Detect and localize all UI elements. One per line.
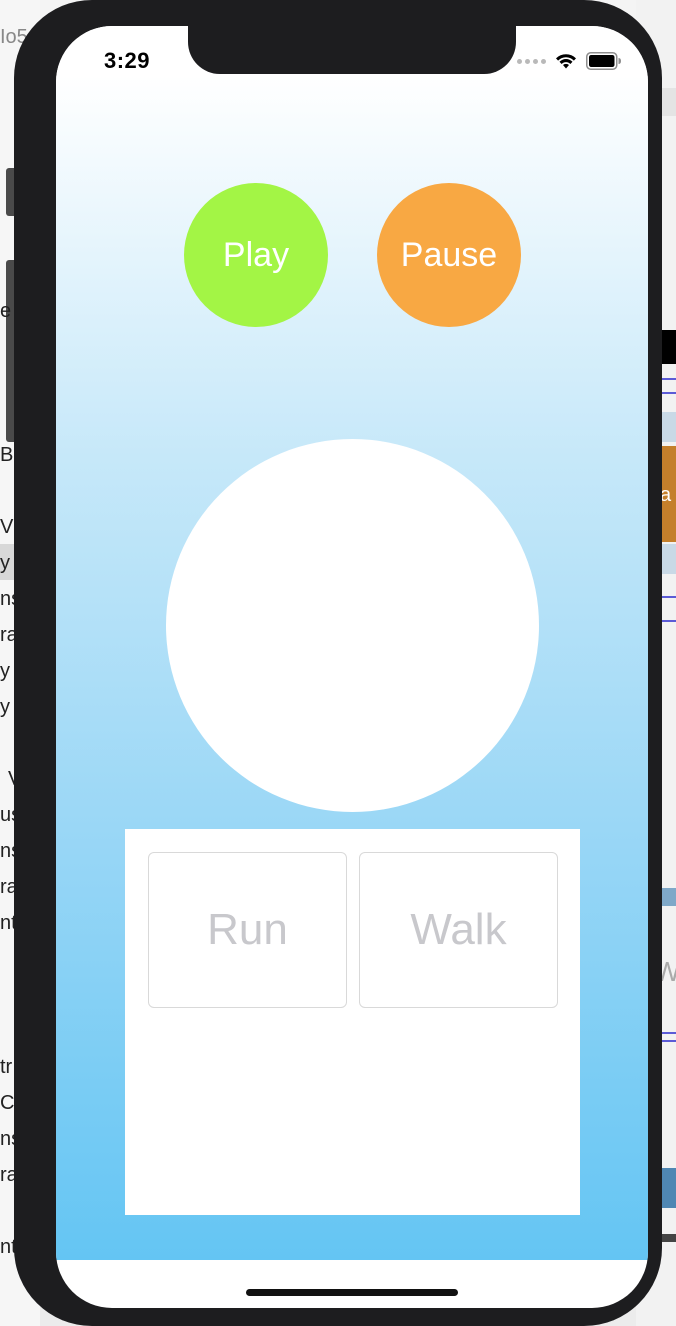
battery-icon: [586, 52, 621, 70]
home-indicator[interactable]: [246, 1289, 458, 1296]
play-button[interactable]: Play: [184, 183, 328, 327]
run-button[interactable]: Run: [148, 852, 347, 1008]
cellular-signal-icon: [517, 58, 546, 64]
background-text: y: [0, 552, 10, 574]
app-background: Play Pause Run Walk: [56, 26, 648, 1260]
run-button-label: Run: [207, 905, 288, 954]
background-text: y: [0, 660, 10, 682]
device-notch: [188, 26, 516, 74]
device-frame: Play Pause Run Walk 3:29: [14, 0, 662, 1326]
status-time: 3:29: [104, 48, 151, 73]
pause-button-label: Pause: [400, 235, 498, 274]
status-indicators: [517, 50, 622, 72]
character-view-circle: [166, 439, 539, 812]
background-text: y: [0, 696, 10, 718]
pause-button[interactable]: Pause: [377, 183, 521, 327]
walk-button[interactable]: Walk: [359, 852, 558, 1008]
action-panel: Run Walk: [125, 829, 580, 1215]
wifi-icon: [556, 54, 576, 69]
background-text: tr: [0, 1056, 13, 1078]
play-button-label: Play: [222, 235, 290, 274]
background-text: e: [0, 300, 12, 322]
walk-button-label: Walk: [410, 905, 507, 954]
device-screen: Play Pause Run Walk 3:29: [56, 26, 648, 1308]
